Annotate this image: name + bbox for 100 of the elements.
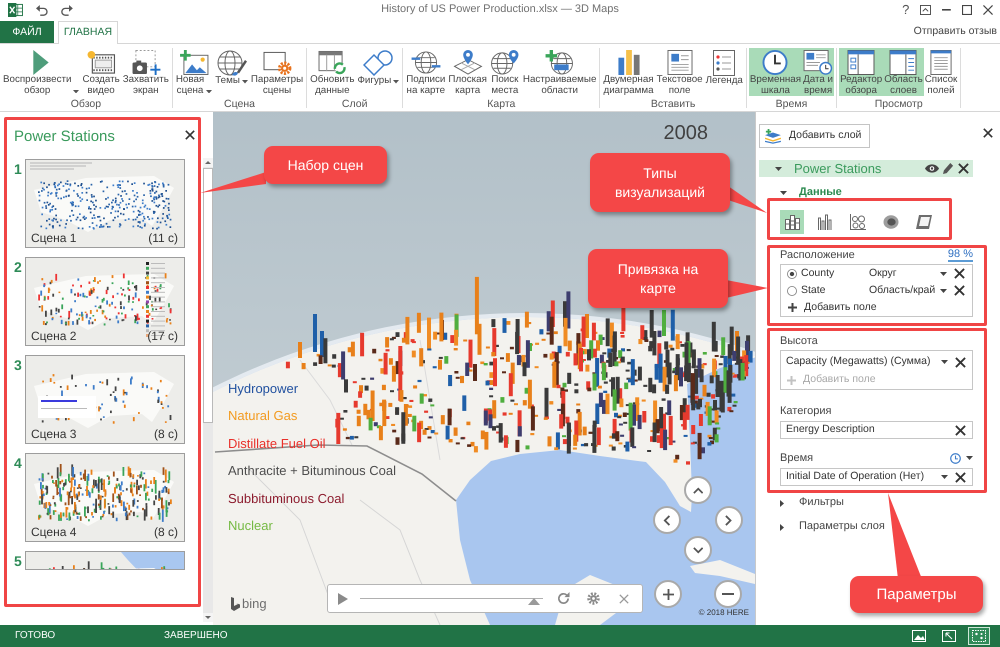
ribbon-button[interactable]: Плоская карта <box>447 48 488 96</box>
ribbon-button[interactable]: Текстовое поле <box>656 48 704 96</box>
caret-icon[interactable] <box>941 475 948 479</box>
scene-name: Сцена 2 <box>31 329 76 343</box>
ribbon-button[interactable]: Дата и время <box>802 48 834 96</box>
add-field-link[interactable]: Добавить поле <box>804 300 877 314</box>
ribbon-button[interactable]: Временная шкала <box>748 48 802 96</box>
minimize-icon[interactable] <box>942 9 951 11</box>
ribbon-button[interactable]: Список полей <box>924 48 958 96</box>
ribbon-button[interactable]: Подписи на карте <box>405 48 446 96</box>
scene-card[interactable]: Сцена 4 (8 с) <box>25 453 185 542</box>
clock-icon[interactable] <box>950 452 961 464</box>
ribbon-button[interactable]: Темы <box>214 48 249 96</box>
scene-card[interactable]: Сцена 1 (11 с) <box>25 159 185 248</box>
scene-duration: (17 с) <box>147 329 178 343</box>
field-type[interactable]: Округ <box>869 266 940 280</box>
globe-pin-icon <box>490 50 520 75</box>
section-header[interactable]: Данные <box>799 186 842 200</box>
ribbon-button[interactable]: Параметры сцены <box>250 48 304 96</box>
play-icon[interactable] <box>338 592 348 604</box>
minus-icon <box>722 593 734 595</box>
ribbon-button[interactable]: Редактор обзора <box>839 48 884 96</box>
ribbon-button[interactable]: Обновить данные <box>309 48 356 96</box>
layers-icon <box>765 128 781 144</box>
section-header[interactable]: Фильтры <box>799 496 844 510</box>
caret-icon[interactable] <box>780 500 784 506</box>
caret-icon[interactable] <box>940 272 947 276</box>
visualization-type-button[interactable] <box>780 210 804 234</box>
play-icon <box>33 50 50 75</box>
time-field[interactable]: Initial Date of Operation (Нет) <box>780 468 973 486</box>
ribbon-button[interactable]: Захватить экран <box>122 48 170 96</box>
redo-icon[interactable] <box>60 4 73 16</box>
ribbon-tab[interactable]: ГЛАВНАЯ <box>58 21 118 44</box>
add-field-link: Добавить поле <box>803 373 876 387</box>
caret-icon[interactable] <box>941 360 948 364</box>
caret-icon[interactable] <box>940 288 947 292</box>
ribbon-button[interactable]: Двумерная диаграмма <box>602 48 655 96</box>
camera-icon <box>130 50 161 75</box>
bubbles-icon <box>850 214 866 230</box>
close-icon[interactable] <box>185 130 195 140</box>
ribbon-button[interactable]: Воспроизвести обзор <box>2 48 80 96</box>
caret-icon[interactable] <box>966 456 973 460</box>
radio-button[interactable] <box>787 268 797 278</box>
region-shape-icon <box>916 214 932 230</box>
scroll-down-button[interactable] <box>203 613 213 622</box>
caret-icon[interactable] <box>775 166 782 170</box>
scene-card[interactable]: Сцена 2 (17 с) <box>25 257 185 346</box>
remove-icon[interactable] <box>954 285 965 296</box>
close-icon[interactable] <box>983 5 993 15</box>
document-clock-icon <box>803 50 834 75</box>
scene-card[interactable]: Сцена 3 (8 с) <box>25 355 185 444</box>
legend-entry: Anthracite + Bituminous Coal <box>228 462 396 480</box>
undo-icon[interactable] <box>36 4 48 16</box>
delete-icon[interactable] <box>958 163 969 174</box>
globe-labels-icon <box>410 50 441 75</box>
scrollbar-thumb[interactable] <box>203 168 213 423</box>
pencil-icon[interactable] <box>943 163 954 174</box>
ribbon-button[interactable]: Новая сцена <box>174 48 214 96</box>
refresh-icon[interactable] <box>557 592 570 605</box>
settings-icon[interactable] <box>587 592 600 605</box>
view-button[interactable] <box>968 627 990 645</box>
maximize-icon[interactable] <box>962 5 972 15</box>
field-name: County <box>801 266 836 280</box>
remove-icon[interactable] <box>955 356 966 368</box>
remove-icon[interactable] <box>955 424 966 436</box>
legend-icon <box>713 50 736 76</box>
match-percentage-link[interactable]: 98 % <box>948 248 973 262</box>
close-icon[interactable] <box>983 128 993 138</box>
caret-icon[interactable] <box>780 524 784 530</box>
feedback-link[interactable]: Отправить отзыв <box>914 24 1000 38</box>
remove-icon[interactable] <box>955 472 966 482</box>
radio-button[interactable] <box>787 286 797 296</box>
ribbon-button[interactable]: Поиск места <box>488 48 521 96</box>
ribbon-display-icon[interactable] <box>920 5 932 15</box>
ribbon-button[interactable]: Область слоев <box>883 48 924 96</box>
add-layer-button[interactable]: Добавить слой <box>759 124 870 148</box>
scene-name: Сцена 1 <box>31 231 76 245</box>
ribbon-button[interactable]: Фигуры <box>356 48 400 96</box>
chevron-right-icon <box>725 514 733 526</box>
logo-text: bing <box>242 596 267 611</box>
ribbon-button[interactable]: Создать видео <box>81 48 121 96</box>
caret-icon[interactable] <box>780 191 787 195</box>
callout: Набор сцен <box>264 146 387 184</box>
scroll-up-button[interactable] <box>203 158 213 167</box>
text-box-icon <box>666 50 693 75</box>
section-header[interactable]: Параметры слоя <box>799 520 885 534</box>
field-label: Высота <box>780 334 819 348</box>
ribbon-button[interactable]: Настраиваемые области <box>522 48 598 96</box>
eye-icon[interactable] <box>925 164 939 173</box>
panel-title: Power Stations <box>14 128 115 146</box>
category-field[interactable]: Energy Description <box>780 421 973 439</box>
picture-icon <box>912 630 926 642</box>
plus-icon[interactable] <box>788 303 797 312</box>
ribbon-button[interactable]: Легенда <box>704 48 744 96</box>
file-tab[interactable]: ФАЙЛ <box>0 21 54 43</box>
field-type[interactable]: Область/край <box>869 284 940 298</box>
help-button[interactable]: ? <box>902 3 910 17</box>
group-label: Слой <box>340 98 368 110</box>
scene-name: Сцена 4 <box>31 525 76 539</box>
remove-icon[interactable] <box>954 268 965 279</box>
